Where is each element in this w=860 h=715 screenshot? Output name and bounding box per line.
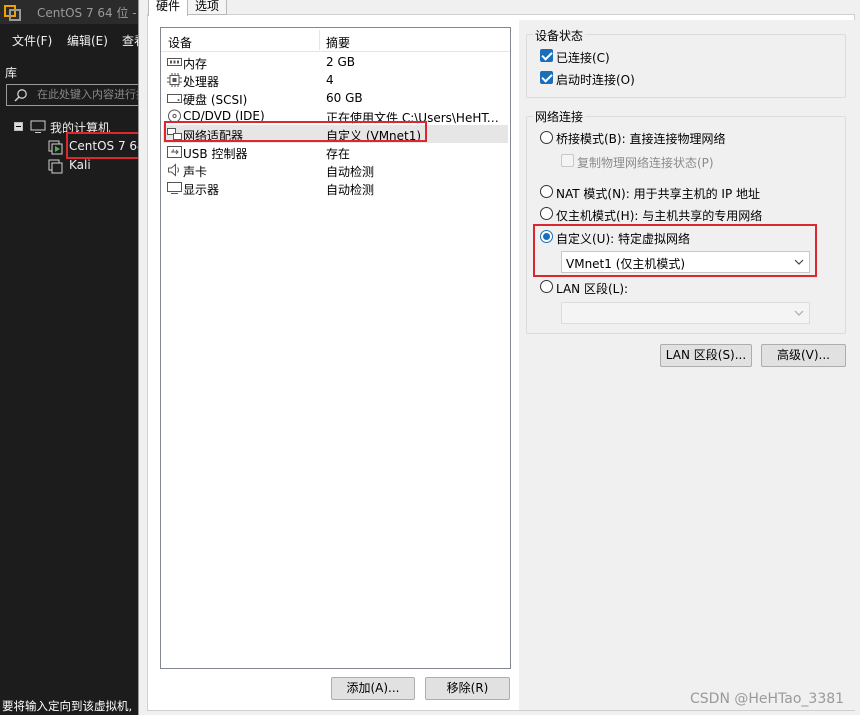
network-connection-title: 网络连接 [533,108,586,125]
custom-radio[interactable] [540,230,553,243]
window-title: CentOS 7 64 位 - [37,6,137,20]
device-name: 显示器 [183,183,220,197]
menu-edit[interactable]: 编辑(E) [67,32,108,49]
vm-running-icon [48,140,63,155]
lan-segment-radio[interactable] [540,280,553,293]
menu-file[interactable]: 文件(F) [12,32,52,49]
column-header-device[interactable]: 设备 [168,34,192,51]
sound-card-icon [168,163,179,177]
connected-checkbox[interactable] [540,49,553,62]
device-name: 网络适配器 [183,129,244,143]
device-summary: 自动检测 [326,165,375,179]
usb-icon [167,146,182,158]
menu-view[interactable]: 查看 [122,32,138,49]
device-status-title: 设备状态 [533,27,586,44]
connected-label[interactable]: 已连接(C) [556,49,610,66]
vmware-logo-icon [4,5,21,21]
vmware-main-window: CentOS 7 64 位 - 文件(F) 编辑(E) 查看 库 我的计算机 C… [0,0,138,715]
tree-item-label: Kali [69,158,91,172]
vm-icon [48,159,63,174]
status-bar-text: 要将输入定向到该虚拟机, [2,698,133,714]
bridged-radio[interactable] [540,131,553,144]
collapse-toggle-icon[interactable] [14,122,23,131]
computer-icon [30,120,46,133]
device-summary: 正在使用文件 C:\Users\HeHTao... [326,111,506,125]
device-list: 设备 摘要 内存 2 GB 处理器 4 硬盘 (SCSI) 60 GB CD/D… [160,27,511,669]
tree-my-computer[interactable]: 我的计算机 [14,118,138,136]
tree-root-label: 我的计算机 [50,121,111,135]
connect-at-power-on-label[interactable]: 启动时连接(O) [556,71,635,88]
search-icon [14,89,27,102]
library-search-input[interactable] [37,88,138,101]
cd-dvd-icon [168,109,181,123]
library-label: 库 [5,66,18,80]
device-row-network-adapter[interactable]: 网络适配器 自定义 (VMnet1) [163,125,508,143]
tab-options[interactable]: 选项 [187,0,228,15]
memory-icon [167,58,182,66]
bridged-label[interactable]: 桥接模式(B): 直接连接物理网络 [556,130,725,147]
hard-disk-icon [167,94,182,103]
watermark: CSDN @HeHTao_3381 [690,691,845,707]
vm-settings-dialog: 硬件 选项 设备 摘要 内存 2 GB 处理器 4 硬盘 (SCSI) 60 G… [138,0,860,715]
custom-network-value: VMnet1 (仅主机模式) [566,257,686,271]
device-name: 声卡 [183,165,208,179]
host-only-radio[interactable] [540,207,553,220]
device-summary: 存在 [326,147,351,161]
device-row-usb[interactable]: USB 控制器 存在 [163,143,508,161]
device-row-memory[interactable]: 内存 2 GB [163,53,508,71]
connect-at-power-on-checkbox[interactable] [540,71,553,84]
device-summary: 4 [326,73,334,87]
lan-segment-select[interactable] [561,302,810,324]
column-header-summary[interactable]: 摘要 [326,34,350,51]
processor-icon [167,73,182,87]
device-row-cd-dvd[interactable]: CD/DVD (IDE) 正在使用文件 C:\Users\HeHTao... [163,107,508,125]
device-row-sound-card[interactable]: 声卡 自动检测 [163,161,508,179]
list-header: 设备 摘要 [161,28,510,52]
device-name: 处理器 [183,75,220,89]
chevron-down-icon [794,310,804,316]
tree-item-kali[interactable]: Kali [48,157,138,175]
nat-radio[interactable] [540,185,553,198]
device-name: USB 控制器 [183,147,248,161]
device-summary: 自定义 (VMnet1) [326,129,422,143]
tab-hardware[interactable]: 硬件 [148,0,189,16]
tree-item-centos[interactable]: CentOS 7 64 [48,138,138,156]
device-name: CD/DVD (IDE) [183,109,265,123]
device-summary: 2 GB [326,55,355,69]
custom-network-select[interactable]: VMnet1 (仅主机模式) [561,251,810,273]
device-summary: 自动检测 [326,183,375,197]
custom-label[interactable]: 自定义(U): 特定虚拟网络 [556,230,690,247]
menu-bar: 文件(F) 编辑(E) 查看 [0,28,138,52]
replicate-state-label[interactable]: 复制物理网络连接状态(P) [577,154,714,171]
lan-segments-button[interactable]: LAN 区段(S)... [660,344,752,367]
tree-item-label: CentOS 7 64 [69,139,138,153]
nat-label[interactable]: NAT 模式(N): 用于共享主机的 IP 地址 [556,185,760,202]
replicate-state-checkbox[interactable] [561,154,574,167]
device-row-processor[interactable]: 处理器 4 [163,71,508,89]
device-name: 内存 [183,57,208,71]
display-icon [167,182,182,194]
advanced-button[interactable]: 高级(V)... [761,344,846,367]
device-row-hard-disk[interactable]: 硬盘 (SCSI) 60 GB [163,89,508,107]
add-button[interactable]: 添加(A)... [331,677,415,700]
device-name: 硬盘 (SCSI) [183,93,248,107]
host-only-label[interactable]: 仅主机模式(H): 与主机共享的专用网络 [556,207,762,224]
device-summary: 60 GB [326,91,363,105]
device-row-display[interactable]: 显示器 自动检测 [163,179,508,197]
column-divider[interactable] [319,30,320,50]
chevron-down-icon [794,259,804,265]
title-bar: CentOS 7 64 位 - [0,0,138,24]
library-search-box[interactable] [6,84,138,106]
network-adapter-icon [167,128,182,140]
remove-button[interactable]: 移除(R) [425,677,510,700]
lan-segment-label[interactable]: LAN 区段(L): [556,280,628,297]
